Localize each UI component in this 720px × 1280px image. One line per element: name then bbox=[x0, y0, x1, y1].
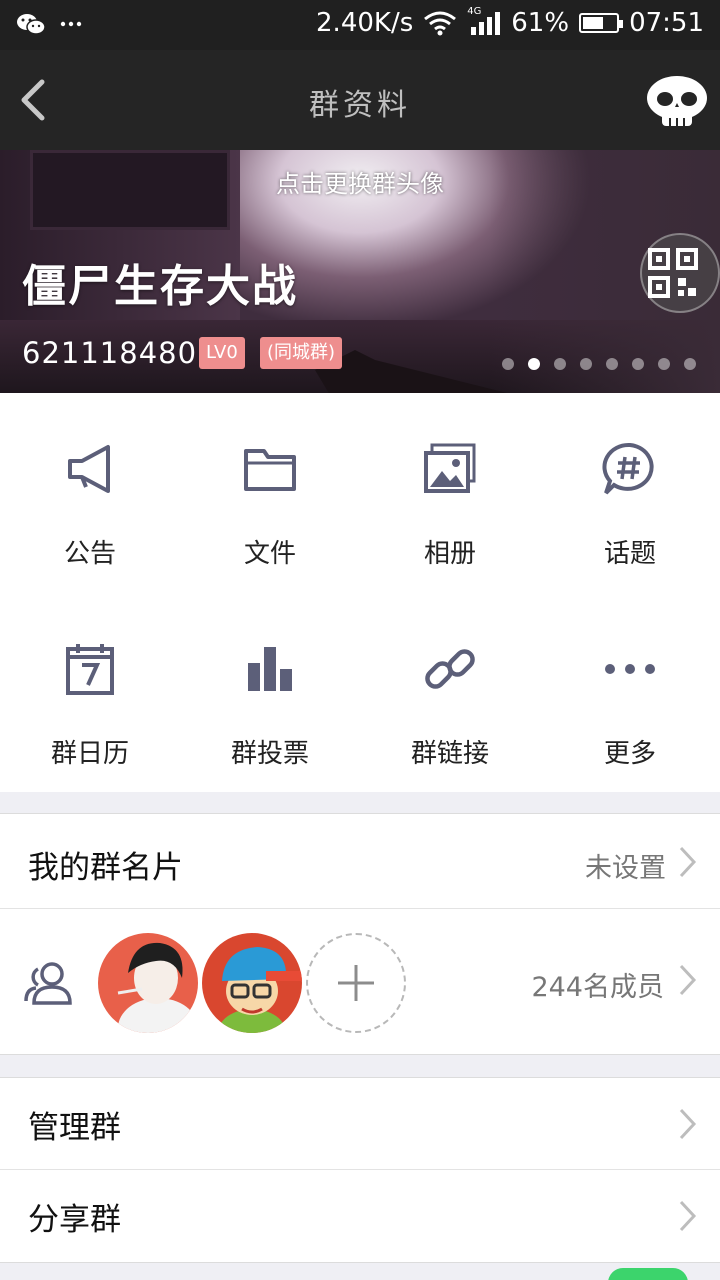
add-member-button[interactable] bbox=[306, 933, 406, 1033]
chevron-right-icon bbox=[679, 1108, 697, 1140]
plus-icon bbox=[338, 965, 374, 1001]
title-bar: 群资料 bbox=[0, 50, 720, 150]
member-avatar-illustration bbox=[117, 942, 198, 1033]
group-card-value: 未设置 bbox=[585, 853, 666, 884]
feature-files[interactable]: 文件 bbox=[180, 393, 360, 593]
page-dot bbox=[502, 358, 514, 370]
group-profile-screen: { "status_bar": { "network_speed": "2.40… bbox=[0, 0, 720, 1280]
cellular-signal: 4G bbox=[467, 6, 501, 36]
chevron-right-icon bbox=[679, 964, 697, 996]
link-icon bbox=[425, 649, 475, 689]
member-avatar-illustration bbox=[218, 947, 302, 1033]
manage-group-row[interactable]: 管理群 bbox=[0, 1078, 720, 1170]
clock: 07:51 bbox=[629, 8, 704, 38]
members-row[interactable]: 244名成员 bbox=[0, 909, 720, 1054]
feature-topic[interactable]: 话题 bbox=[540, 393, 720, 593]
wechat-icon bbox=[17, 14, 46, 35]
manage-group-label: 管理群 bbox=[28, 1110, 121, 1146]
more-dots-icon bbox=[605, 664, 655, 674]
battery-percent: 61% bbox=[511, 8, 570, 38]
feature-album[interactable]: 相册 bbox=[360, 393, 540, 593]
feature-label: 话题 bbox=[603, 539, 656, 569]
toggle-switch[interactable] bbox=[608, 1268, 688, 1280]
chevron-right-icon bbox=[679, 846, 697, 878]
skull-avatar-icon[interactable] bbox=[644, 74, 710, 130]
page-dot bbox=[580, 358, 592, 370]
qr-code-button[interactable] bbox=[640, 233, 720, 313]
feature-announcement[interactable]: 公告 bbox=[0, 393, 180, 593]
network-speed: 2.40K/s bbox=[316, 8, 414, 38]
wifi-icon bbox=[424, 11, 457, 36]
group-card-label: 我的群名片 bbox=[28, 850, 183, 886]
share-group-label: 分享群 bbox=[28, 1202, 121, 1238]
feature-label: 公告 bbox=[63, 539, 116, 569]
page-dot bbox=[658, 358, 670, 370]
photo-album-icon bbox=[424, 443, 476, 493]
megaphone-icon bbox=[68, 445, 110, 493]
folder-icon bbox=[244, 449, 296, 491]
feature-label: 文件 bbox=[243, 539, 296, 569]
feature-grid: 公告 文件 相册 话题 群日历 群投票 群链接 更多 bbox=[0, 393, 720, 792]
manage-section: 管理群 分享群 bbox=[0, 1077, 720, 1263]
page-title: 群资料 bbox=[309, 88, 411, 123]
feature-more[interactable]: 更多 bbox=[540, 593, 720, 793]
feature-calendar[interactable]: 群日历 bbox=[0, 593, 180, 793]
battery-icon bbox=[579, 13, 624, 33]
city-group-badge: (同城群) bbox=[260, 337, 343, 369]
cover-scene-gun bbox=[315, 350, 507, 393]
page-dot-active bbox=[528, 358, 540, 370]
topic-hash-icon bbox=[602, 442, 654, 495]
qr-code-icon bbox=[648, 248, 698, 298]
change-avatar-hint[interactable]: 点击更换群头像 bbox=[0, 164, 720, 199]
bar-chart-icon bbox=[248, 647, 292, 691]
more-dots-icon bbox=[60, 21, 82, 27]
group-id: 621118480 bbox=[22, 336, 198, 370]
banner-page-indicator bbox=[502, 358, 696, 370]
group-cover-banner[interactable]: 点击更换群头像 僵尸生存大战 621118480 LV0 (同城群) bbox=[0, 150, 720, 393]
page-dot bbox=[554, 358, 566, 370]
member-avatar[interactable] bbox=[98, 933, 198, 1033]
feature-label: 相册 bbox=[423, 539, 476, 569]
feature-label: 群链接 bbox=[410, 739, 489, 769]
members-icon bbox=[24, 962, 72, 1005]
feature-vote[interactable]: 群投票 bbox=[180, 593, 360, 793]
feature-label: 群投票 bbox=[230, 739, 309, 769]
page-dot bbox=[606, 358, 618, 370]
feature-label: 更多 bbox=[603, 739, 656, 769]
member-count: 244名成员 bbox=[531, 972, 664, 1003]
page-dot bbox=[632, 358, 644, 370]
member-avatar[interactable] bbox=[202, 933, 302, 1033]
group-name: 僵尸生存大战 bbox=[22, 261, 298, 312]
status-bar: 2.40K/s 4G 61% 07:51 bbox=[0, 0, 720, 50]
signal-bars-icon bbox=[471, 12, 501, 35]
page-dot bbox=[684, 358, 696, 370]
my-group-card-row[interactable]: 我的群名片 未设置 bbox=[0, 814, 720, 909]
share-group-row[interactable]: 分享群 bbox=[0, 1170, 720, 1262]
calendar-icon bbox=[66, 644, 114, 695]
feature-label: 群日历 bbox=[50, 739, 129, 769]
chevron-right-icon bbox=[679, 1200, 697, 1232]
feature-link[interactable]: 群链接 bbox=[360, 593, 540, 793]
member-section: 我的群名片 未设置 244名成员 bbox=[0, 813, 720, 1055]
level-badge: LV0 bbox=[199, 337, 245, 369]
